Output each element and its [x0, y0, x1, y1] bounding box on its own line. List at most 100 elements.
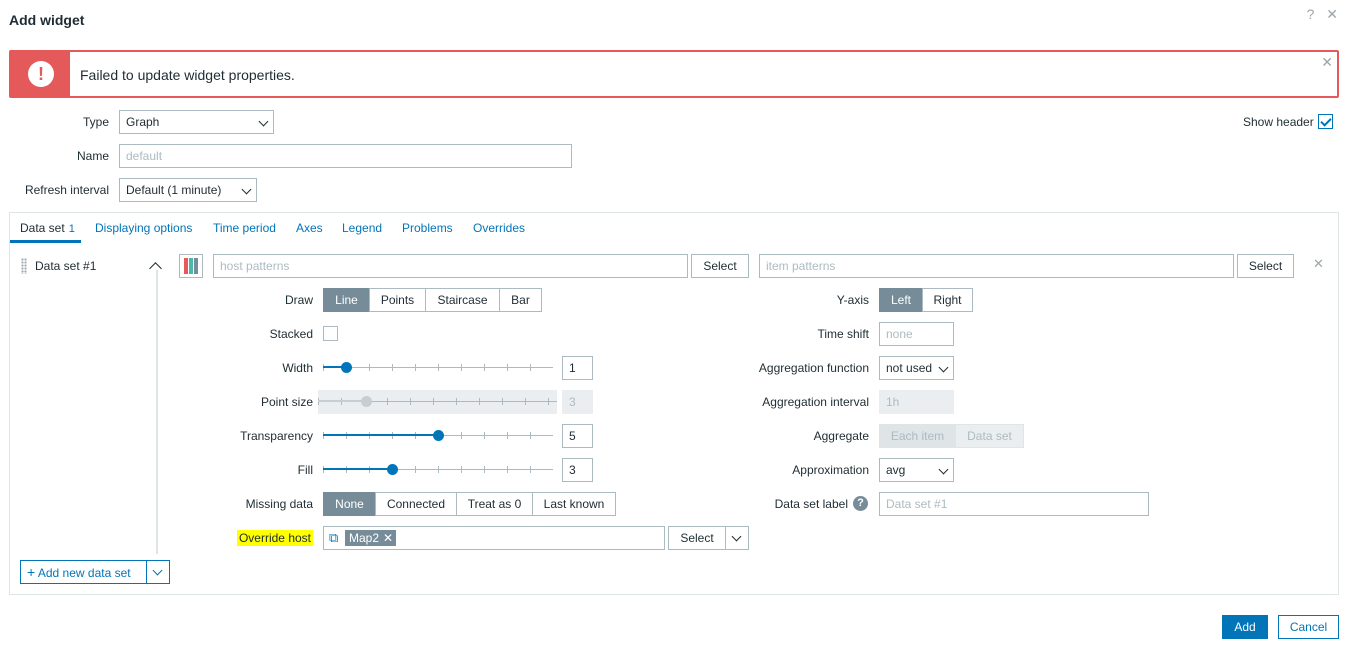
error-alert: ! Failed to update widget properties. ✕ — [9, 50, 1339, 98]
y-axis-label: Y-axis — [836, 293, 869, 307]
draw-segmented: Line Points Staircase Bar — [323, 288, 542, 312]
override-host-tag: Map2 ✕ — [345, 530, 397, 546]
slider-thumb[interactable] — [387, 464, 398, 475]
plus-icon: + — [27, 564, 36, 580]
add-new-data-set-label: Add new data set — [37, 566, 131, 580]
type-value: Graph — [126, 115, 160, 129]
type-select[interactable]: Graph — [119, 110, 274, 134]
item-patterns-input[interactable]: item patterns — [759, 254, 1234, 278]
fill-slider[interactable] — [323, 458, 553, 482]
name-label: Name — [76, 149, 109, 163]
slider-thumb[interactable] — [433, 430, 444, 441]
fill-label: Fill — [297, 463, 313, 477]
tab-time-period[interactable]: Time period — [213, 221, 276, 235]
approximation-value: avg — [886, 463, 906, 477]
y-axis-option-left[interactable]: Left — [879, 288, 923, 312]
color-swatch — [194, 258, 199, 274]
help-icon[interactable]: ? — [853, 496, 868, 511]
host-select-button[interactable]: Select — [691, 254, 749, 278]
width-slider[interactable] — [323, 356, 553, 380]
missing-option-connected[interactable]: Connected — [375, 492, 457, 516]
dataset-rail — [156, 270, 158, 554]
chevron-down-icon — [152, 565, 163, 576]
name-input[interactable]: default — [119, 144, 572, 168]
type-label: Type — [82, 115, 109, 129]
close-icon[interactable]: ✕ — [1326, 6, 1338, 22]
missing-option-last-known[interactable]: Last known — [532, 492, 616, 516]
fill-value-input[interactable]: 3 — [562, 458, 593, 482]
override-host-label: Override host — [236, 530, 313, 546]
transparency-value-input[interactable]: 5 — [562, 424, 593, 448]
override-host-dropdown[interactable] — [725, 526, 749, 550]
slider-thumb[interactable] — [341, 362, 352, 373]
help-icon[interactable]: ? — [1307, 6, 1315, 22]
tab-displaying-options[interactable]: Displaying options — [95, 221, 192, 235]
time-shift-label: Time shift — [817, 327, 869, 341]
tab-problems[interactable]: Problems — [402, 221, 453, 235]
time-shift-input[interactable]: none — [879, 322, 954, 346]
color-picker[interactable] — [179, 254, 203, 278]
external-link-icon[interactable]: ⧉ — [329, 527, 338, 549]
override-host-label-wrap: Override host — [180, 530, 313, 546]
y-axis-option-right[interactable]: Right — [922, 288, 973, 312]
remove-dataset-icon[interactable]: ✕ — [1313, 256, 1324, 272]
refresh-interval-select[interactable]: Default (1 minute) — [119, 178, 257, 202]
missing-option-treat-as-0[interactable]: Treat as 0 — [456, 492, 533, 516]
tab-label: Data set — [20, 221, 65, 235]
data-set-label-label: Data set label — [774, 497, 848, 511]
chevron-down-icon — [731, 531, 742, 542]
data-set-label-input[interactable]: Data set #1 — [879, 492, 1149, 516]
item-select-button[interactable]: Select — [1237, 254, 1294, 278]
dataset-title: Data set #1 — [35, 259, 97, 273]
dialog-title: Add widget — [9, 12, 85, 28]
draw-label: Draw — [284, 293, 313, 307]
point-size-value-input: 3 — [562, 390, 593, 414]
draw-option-staircase[interactable]: Staircase — [425, 288, 500, 312]
missing-option-none[interactable]: None — [323, 492, 376, 516]
override-host-select-button[interactable]: Select — [668, 526, 726, 550]
warning-icon: ! — [28, 61, 54, 87]
cancel-button[interactable]: Cancel — [1278, 615, 1339, 639]
refresh-interval-value: Default (1 minute) — [126, 183, 222, 197]
color-swatch — [183, 258, 188, 274]
chevron-down-icon — [241, 184, 252, 195]
stacked-label: Stacked — [269, 327, 313, 341]
draw-option-points[interactable]: Points — [369, 288, 426, 312]
refresh-interval-label: Refresh interval — [24, 183, 109, 197]
add-button[interactable]: Add — [1222, 615, 1268, 639]
missing-data-label: Missing data — [245, 497, 313, 511]
show-header-checkbox[interactable] — [1318, 114, 1333, 129]
drag-handle-icon[interactable] — [21, 258, 27, 274]
add-new-data-set-button[interactable]: + Add new data set — [20, 560, 147, 584]
tab-overrides[interactable]: Overrides — [473, 221, 525, 235]
tab-data-set[interactable]: Data set 1 — [20, 221, 75, 235]
aggregation-interval-label: Aggregation interval — [762, 395, 869, 409]
active-tab-indicator — [10, 240, 81, 243]
y-axis-segmented: Left Right — [879, 288, 973, 312]
aggregate-option-data-set: Data set — [955, 424, 1024, 448]
alert-close-icon[interactable]: ✕ — [1321, 54, 1333, 71]
aggregate-option-each-item: Each item — [879, 424, 956, 448]
dialog-controls: ? ✕ — [1299, 6, 1338, 23]
approximation-select[interactable]: avg — [879, 458, 954, 482]
aggregate-label: Aggregate — [813, 429, 869, 443]
width-label: Width — [282, 361, 313, 375]
tab-axes[interactable]: Axes — [296, 221, 323, 235]
add-data-set-dropdown[interactable] — [146, 560, 170, 584]
host-patterns-input[interactable]: host patterns — [213, 254, 688, 278]
stacked-checkbox[interactable] — [323, 326, 338, 341]
chevron-down-icon — [258, 116, 269, 127]
chevron-down-icon — [938, 464, 949, 475]
aggregation-function-label: Aggregation function — [758, 361, 869, 375]
width-value-input[interactable]: 1 — [562, 356, 593, 380]
slider-fill — [323, 434, 438, 436]
draw-option-line[interactable]: Line — [323, 288, 370, 312]
tag-remove-icon[interactable]: ✕ — [383, 531, 393, 545]
slider-fill — [323, 468, 392, 470]
tag-label: Map2 — [349, 531, 380, 545]
tab-legend[interactable]: Legend — [342, 221, 382, 235]
transparency-slider[interactable] — [323, 424, 553, 448]
point-size-slider — [318, 390, 557, 414]
draw-option-bar[interactable]: Bar — [499, 288, 542, 312]
aggregation-function-select[interactable]: not used — [879, 356, 954, 380]
